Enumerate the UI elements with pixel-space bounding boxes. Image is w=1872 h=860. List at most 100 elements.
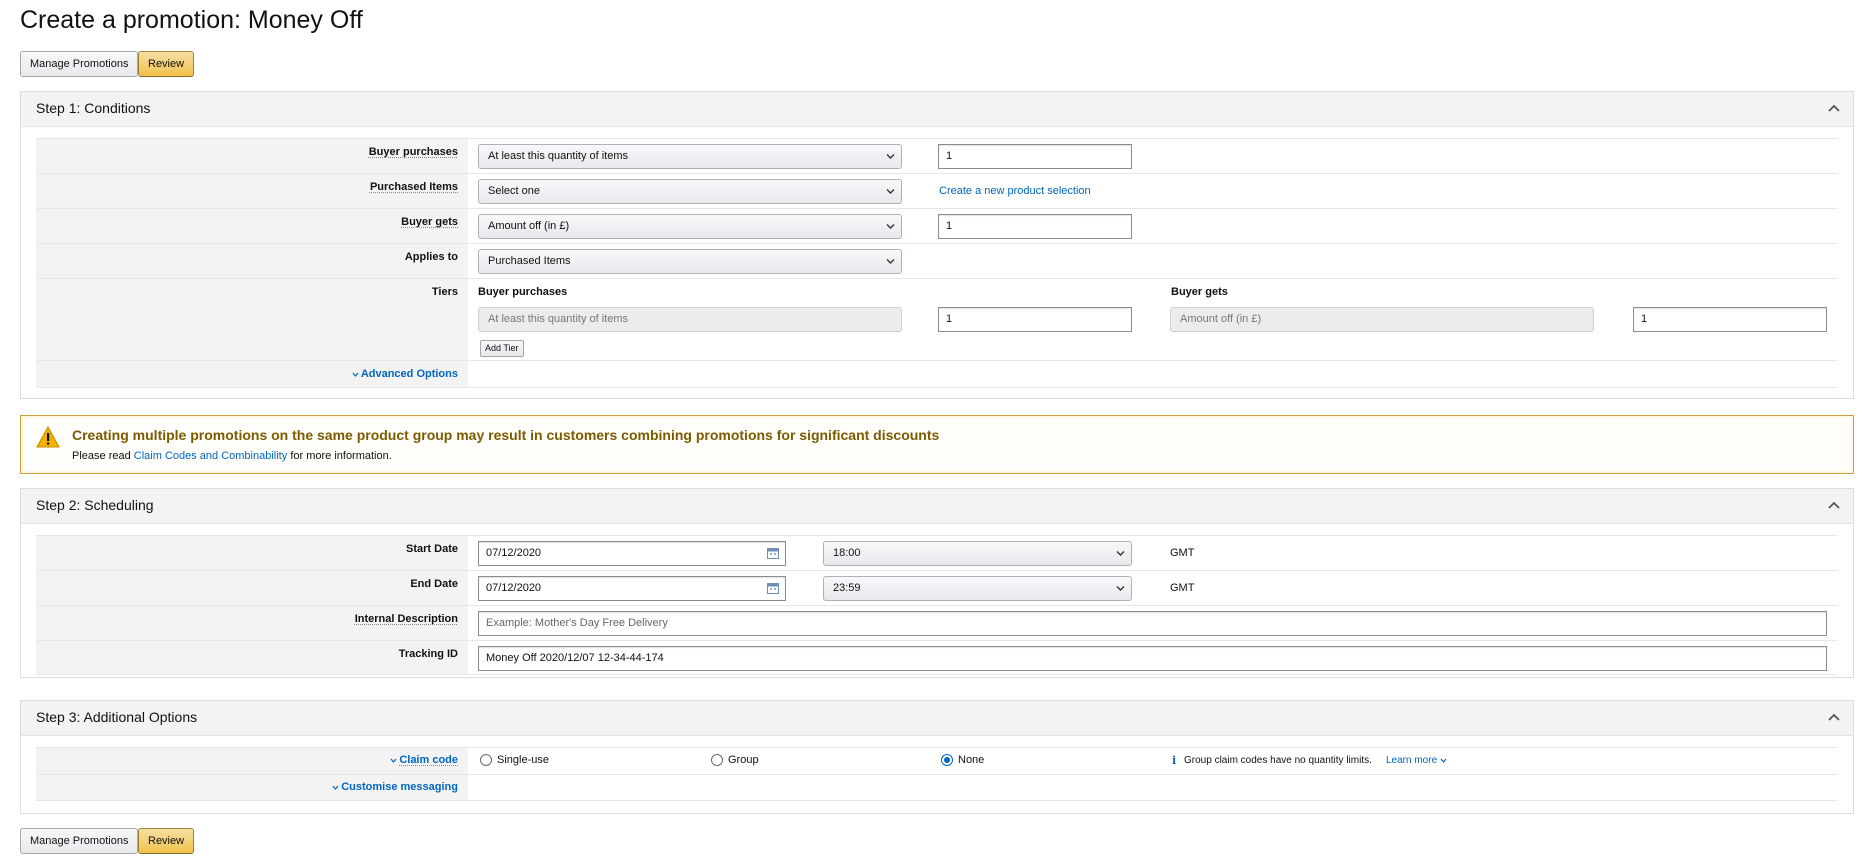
start-time-value: 18:00: [833, 547, 861, 559]
chevron-down-icon: [1116, 586, 1125, 591]
start-timezone: GMT: [1170, 547, 1195, 559]
chevron-down-icon: [1440, 758, 1447, 763]
customise-messaging-toggle[interactable]: Customise messaging: [332, 781, 458, 793]
review-button[interactable]: Review: [138, 51, 195, 77]
applies-to-row: Applies to Purchased Items: [36, 243, 1838, 278]
page-title: Create a promotion: Money Off: [20, 6, 363, 34]
alert-title: Creating multiple promotions on the same…: [72, 427, 940, 443]
claim-code-row: Claim code Single-use Group None i Group…: [36, 747, 1838, 774]
chevron-down-icon: [332, 785, 339, 790]
combinability-warning-alert: Creating multiple promotions on the same…: [20, 415, 1854, 474]
buyer-gets-amount-input[interactable]: 1: [938, 214, 1132, 239]
claim-code-none-radio[interactable]: [941, 754, 953, 766]
buyer-gets-select[interactable]: Amount off (in £): [478, 214, 902, 239]
start-date-label: Start Date: [406, 543, 458, 555]
step2-scheduling-section: Step 2: Scheduling Start Date 07/12/2020…: [20, 488, 1854, 678]
start-date-value: 07/12/2020: [486, 547, 542, 559]
internal-description-label: Internal Description: [354, 613, 458, 625]
alert-body-prefix: Please read: [72, 450, 131, 462]
tiers-buyer-gets-header: Buyer gets: [1171, 286, 1228, 298]
step1-rows: Buyer purchases At least this quantity o…: [36, 138, 1838, 390]
learn-more-link[interactable]: Learn more: [1386, 755, 1447, 766]
advanced-options-label: Advanced Options: [360, 368, 458, 380]
claim-code-info-text: Group claim codes have no quantity limit…: [1184, 755, 1372, 766]
step2-header[interactable]: Step 2: Scheduling: [21, 489, 1853, 524]
start-date-input[interactable]: 07/12/2020: [478, 541, 786, 566]
tiers-row: Tiers Buyer purchases Buyer gets At leas…: [36, 278, 1838, 360]
tier-gets-amount-input[interactable]: 1: [1633, 307, 1827, 332]
calendar-icon[interactable]: [767, 582, 779, 594]
claim-code-single-use-radio[interactable]: [480, 754, 492, 766]
internal-description-input[interactable]: Example: Mother's Day Free Delivery: [478, 611, 1827, 636]
add-tier-button[interactable]: Add Tier: [480, 340, 524, 357]
end-date-value: 07/12/2020: [486, 582, 542, 594]
step3-additional-options-section: Step 3: Additional Options Claim code Si…: [20, 700, 1854, 814]
tier-purchase-quantity-input[interactable]: 1: [938, 307, 1132, 332]
tiers-buyer-purchases-header: Buyer purchases: [478, 286, 568, 298]
step1-conditions-section: Step 1: Conditions Buyer purchases At le…: [20, 91, 1854, 399]
step2-rows: Start Date 07/12/2020 18:00 GMT End Date…: [36, 535, 1838, 675]
buyer-purchases-row: Buyer purchases At least this quantity o…: [36, 138, 1838, 173]
claim-codes-combinability-link[interactable]: Claim Codes and Combinability: [134, 450, 287, 462]
tier-purchase-select: At least this quantity of items: [478, 307, 902, 332]
step2-title: Step 2: Scheduling: [36, 497, 154, 513]
calendar-icon[interactable]: [767, 547, 779, 559]
review-button-bottom[interactable]: Review: [138, 828, 195, 854]
buyer-purchases-select[interactable]: At least this quantity of items: [478, 144, 902, 169]
collapse-chevron-up-icon[interactable]: [1827, 498, 1841, 512]
end-date-input[interactable]: 07/12/2020: [478, 576, 786, 601]
chevron-down-icon: [1116, 551, 1125, 556]
chevron-down-icon: [886, 154, 895, 159]
claim-code-group-radio[interactable]: [711, 754, 723, 766]
tracking-id-row: Tracking ID Money Off 2020/12/07 12-34-4…: [36, 640, 1838, 675]
tracking-id-label: Tracking ID: [398, 648, 458, 660]
buyer-gets-label: Buyer gets: [401, 216, 458, 228]
step1-header[interactable]: Step 1: Conditions: [21, 92, 1853, 127]
applies-to-select[interactable]: Purchased Items: [478, 249, 902, 274]
internal-description-row: Internal Description Example: Mother's D…: [36, 605, 1838, 640]
chevron-down-icon: [390, 758, 397, 763]
claim-code-group-label: Group: [728, 754, 759, 766]
buyer-gets-select-value: Amount off (in £): [488, 220, 570, 232]
purchased-items-row: Purchased Items Select one Create a new …: [36, 173, 1838, 208]
chevron-down-icon: [886, 224, 895, 229]
collapse-chevron-up-icon[interactable]: [1827, 101, 1841, 115]
start-date-row: Start Date 07/12/2020 18:00 GMT: [36, 535, 1838, 570]
claim-code-none-label: None: [958, 754, 985, 766]
tracking-id-input[interactable]: Money Off 2020/12/07 12-34-44-174: [478, 646, 1827, 671]
manage-promotions-button[interactable]: Manage Promotions: [20, 51, 139, 77]
customise-messaging-row: Customise messaging: [36, 774, 1838, 801]
buyer-purchases-select-value: At least this quantity of items: [488, 150, 629, 162]
claim-code-label: Claim code: [399, 754, 458, 766]
step3-title: Step 3: Additional Options: [36, 709, 198, 725]
learn-more-label: Learn more: [1386, 755, 1438, 766]
alert-body-suffix: for more information.: [290, 450, 392, 462]
step3-header[interactable]: Step 3: Additional Options: [21, 701, 1853, 736]
create-product-selection-link[interactable]: Create a new product selection: [939, 185, 1091, 197]
purchased-items-select-value: Select one: [488, 185, 540, 197]
manage-promotions-button-bottom[interactable]: Manage Promotions: [20, 828, 139, 854]
claim-code-single-use-label: Single-use: [497, 754, 549, 766]
tiers-label: Tiers: [431, 286, 458, 298]
claim-code-toggle[interactable]: Claim code: [390, 754, 458, 766]
advanced-options-row: Advanced Options: [36, 360, 1838, 388]
step1-title: Step 1: Conditions: [36, 100, 151, 116]
end-timezone: GMT: [1170, 582, 1195, 594]
buyer-gets-row: Buyer gets Amount off (in £) 1: [36, 208, 1838, 243]
advanced-options-toggle[interactable]: Advanced Options: [352, 368, 458, 380]
applies-to-select-value: Purchased Items: [488, 255, 571, 267]
collapse-chevron-up-icon[interactable]: [1827, 710, 1841, 724]
tier-gets-select: Amount off (in £): [1170, 307, 1594, 332]
end-time-select[interactable]: 23:59: [823, 576, 1132, 601]
chevron-down-icon: [352, 372, 359, 377]
customise-messaging-label: Customise messaging: [341, 781, 458, 793]
buyer-purchases-quantity-input[interactable]: 1: [938, 144, 1132, 169]
purchased-items-label: Purchased Items: [369, 181, 458, 193]
start-time-select[interactable]: 18:00: [823, 541, 1132, 566]
chevron-down-icon: [886, 259, 895, 264]
step3-rows: Claim code Single-use Group None i Group…: [36, 747, 1838, 807]
warning-icon: [36, 426, 60, 448]
applies-to-label: Applies to: [404, 251, 458, 263]
chevron-down-icon: [886, 189, 895, 194]
purchased-items-select[interactable]: Select one: [478, 179, 902, 204]
